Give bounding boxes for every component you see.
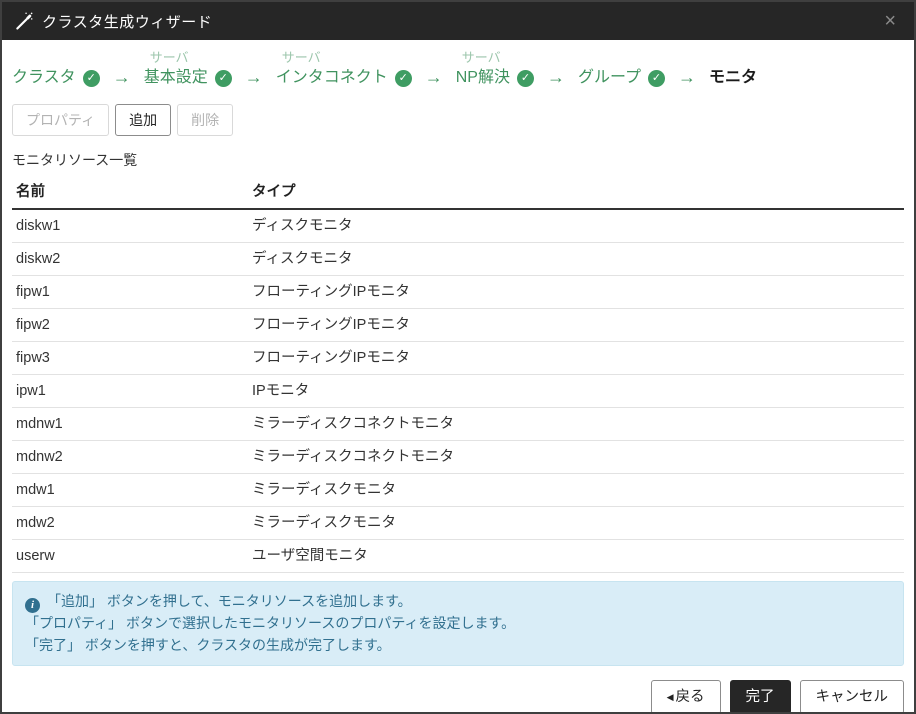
step-arrow-icon: → xyxy=(546,67,565,87)
wizard-wand-icon xyxy=(16,12,33,30)
cell-name: fipw1 xyxy=(12,275,248,309)
step-label-row: NP解決 ✓ xyxy=(456,68,534,88)
step-arrow-icon: → xyxy=(244,67,263,87)
cell-type: フローティングIPモニタ xyxy=(248,341,904,375)
step-label: 基本設定 xyxy=(143,69,208,86)
cell-name: userw xyxy=(12,539,248,573)
column-header-type: タイプ xyxy=(248,174,904,210)
info-line: i 「追加」 ボタンを押して、モニタリソースを追加します。 xyxy=(25,591,891,613)
cell-type: ミラーディスクコネクトモニタ xyxy=(248,440,904,474)
cell-name: ipw1 xyxy=(12,374,248,408)
cell-name: diskw2 xyxy=(12,242,248,276)
cell-type: ミラーディスクモニタ xyxy=(248,473,904,507)
wizard-steps: クラスタ ✓ → サーバ基本設定 ✓ → サーバインタコネクト ✓ → サーバ NP解決 ✓ → グルー… xyxy=(12,48,904,100)
back-button-label: 戻る xyxy=(675,689,705,706)
info-icon: i xyxy=(25,598,40,613)
cell-name: mdw1 xyxy=(12,473,248,507)
cell-name: fipw2 xyxy=(12,308,248,342)
step-label-row: グループ ✓ xyxy=(578,68,665,88)
close-icon[interactable]: × xyxy=(878,9,902,33)
step-arrow-icon: → xyxy=(678,67,696,87)
table-row[interactable]: mdw1 ミラーディスクモニタ xyxy=(12,473,904,507)
step-sub-label xyxy=(18,50,100,65)
finish-button[interactable]: 完了 xyxy=(729,680,791,712)
step-label: クラスタ xyxy=(12,69,76,86)
wizard-step-monitor[interactable]: モニタ xyxy=(709,50,757,88)
wizard-step-np[interactable]: サーバ NP解決 ✓ xyxy=(456,50,534,88)
monitor-table: 名前 タイプ diskw1 ディスクモニタ diskw2 ディスクモニタ fipw1 フロ… xyxy=(12,174,904,573)
monitor-list-caption: モニタリソース一覧 xyxy=(12,152,138,168)
step-label-row: モニタ xyxy=(709,68,757,88)
info-box: i 「追加」 ボタンを押して、モニタリソースを追加します。「プロパティ」 ボタンで… xyxy=(12,581,904,667)
table-row[interactable]: fipw3 フローティングIPモニタ xyxy=(12,341,904,375)
cell-type: フローティングIPモニタ xyxy=(248,275,904,309)
monitor-table-body: diskw1 ディスクモニタ diskw2 ディスクモニタ fipw1 フローティングIP… xyxy=(12,209,904,573)
check-icon: ✓ xyxy=(82,69,100,87)
cell-name: mdnw1 xyxy=(12,407,248,441)
cancel-button[interactable]: キャンセル xyxy=(799,680,904,712)
table-row[interactable]: mdnw1 ミラーディスクコネクトモニタ xyxy=(12,407,904,441)
step-sub-label: サーバ xyxy=(461,50,501,65)
table-row[interactable]: ipw1 IPモニタ xyxy=(12,374,904,408)
step-arrow-icon: → xyxy=(424,67,443,87)
table-row[interactable]: fipw1 フローティングIPモニタ xyxy=(12,275,904,309)
column-header-name: 名前 xyxy=(12,174,248,210)
table-row[interactable]: diskw1 ディスクモニタ xyxy=(12,209,904,243)
table-row[interactable]: mdw2 ミラーディスクモニタ xyxy=(12,506,904,540)
info-text: 「完了」 ボタンを押すと、クラスタの生成が完了します。 xyxy=(25,636,391,653)
info-text: 「追加」 ボタンを押して、モニタリソースを追加します。 xyxy=(47,593,412,609)
cell-type: フローティングIPモニタ xyxy=(248,308,904,342)
step-label: NP解決 xyxy=(455,69,510,86)
cell-type: ミラーディスクモニタ xyxy=(248,506,904,540)
step-sub-label xyxy=(715,50,757,65)
cell-name: mdw2 xyxy=(12,506,248,540)
table-row[interactable]: userw ユーザ空間モニタ xyxy=(12,539,904,573)
step-arrow-icon: → xyxy=(112,67,131,87)
cell-type: ディスクモニタ xyxy=(248,242,904,276)
step-label: グループ xyxy=(577,69,641,86)
add-button[interactable]: 追加 xyxy=(115,104,172,136)
step-label-row: クラスタ ✓ xyxy=(12,68,100,88)
table-row[interactable]: fipw2 フローティングIPモニタ xyxy=(12,308,904,342)
table-row[interactable]: mdnw2 ミラーディスクコネクトモニタ xyxy=(12,440,904,474)
step-label-row: 基本設定 ✓ xyxy=(144,68,232,88)
check-icon: ✓ xyxy=(648,69,665,87)
wizard-step-interconnect[interactable]: サーバインタコネクト ✓ xyxy=(276,50,412,88)
back-arrow-icon: ◀ xyxy=(666,692,674,703)
cell-name: mdnw2 xyxy=(12,440,248,474)
cell-type: ユーザ空間モニタ xyxy=(248,539,904,573)
footer-buttons: ◀ 戻る 完了 キャンセル xyxy=(12,666,904,712)
step-sub-label: サーバ xyxy=(281,50,321,65)
wizard-step-basic[interactable]: サーバ基本設定 ✓ xyxy=(144,50,232,88)
cell-type: ミラーディスクコネクトモニタ xyxy=(248,407,904,441)
toolbar: プロパティ 追加 削除 xyxy=(12,100,904,138)
info-text: 「プロパティ」 ボタンで選択したモニタリソースのプロパティを設定します。 xyxy=(25,615,516,631)
step-label: インタコネクト xyxy=(275,69,388,86)
check-icon: ✓ xyxy=(214,69,232,87)
check-icon: ✓ xyxy=(394,69,412,87)
table-header-row: 名前 タイプ xyxy=(12,174,904,210)
info-line: 「プロパティ」 ボタンで選択したモニタリソースのプロパティを設定します。 xyxy=(25,613,891,635)
step-label-row: インタコネクト ✓ xyxy=(276,68,412,88)
cell-name: diskw1 xyxy=(12,209,248,243)
wizard-step-cluster[interactable]: クラスタ ✓ xyxy=(12,50,100,88)
cell-type: ディスクモニタ xyxy=(248,209,904,243)
table-row[interactable]: diskw2 ディスクモニタ xyxy=(12,242,904,276)
cluster-wizard-dialog: クラスタ生成ウィザード × クラスタ ✓ → サーバ基本設定 ✓ → サーバインタコネクト ✓… xyxy=(0,0,916,714)
step-sub-label: サーバ xyxy=(149,50,189,65)
wizard-step-group[interactable]: グループ ✓ xyxy=(578,50,665,88)
info-line: 「完了」 ボタンを押すと、クラスタの生成が完了します。 xyxy=(25,635,891,657)
cell-name: fipw3 xyxy=(12,341,248,375)
dialog-content: クラスタ ✓ → サーバ基本設定 ✓ → サーバインタコネクト ✓ → サーバ NP解決 ✓ → グルー… xyxy=(2,40,914,712)
dialog-title: クラスタ生成ウィザード xyxy=(42,13,213,31)
cell-type: IPモニタ xyxy=(248,374,904,408)
property-button[interactable]: プロパティ xyxy=(12,104,110,136)
title-bar: クラスタ生成ウィザード × xyxy=(2,2,914,40)
step-label: モニタ xyxy=(709,69,758,86)
check-icon: ✓ xyxy=(516,69,534,87)
remove-button[interactable]: 削除 xyxy=(177,104,234,136)
back-button[interactable]: ◀ 戻る xyxy=(650,680,721,712)
step-sub-label xyxy=(584,50,665,65)
